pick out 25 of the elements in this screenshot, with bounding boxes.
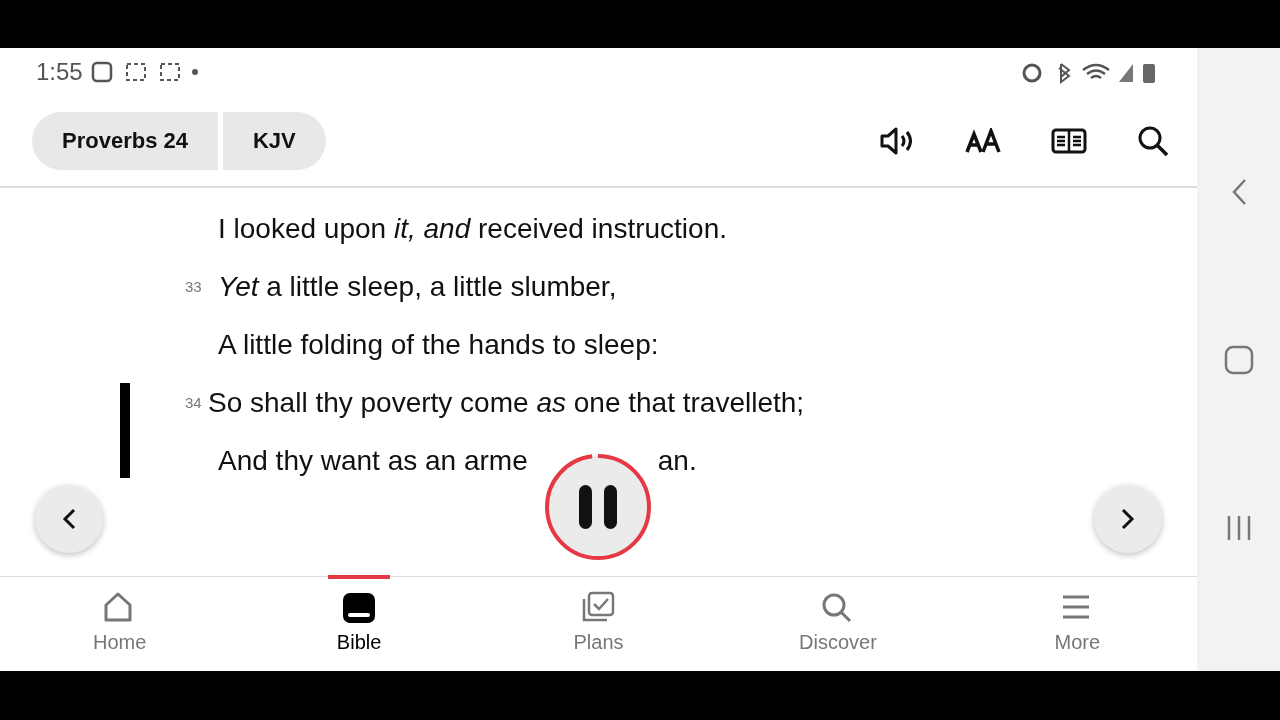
- verse-text: So shall thy poverty come as one that travelleth;: [208, 386, 805, 420]
- verse-text: A little folding of the hands to sleep:: [218, 328, 659, 362]
- home-icon[interactable]: [1223, 345, 1254, 376]
- text-size-button[interactable]: [965, 127, 1001, 154]
- verse-text: I looked upon it, and received instruction.: [218, 212, 727, 246]
- nav-tab[interactable]: Discover: [718, 577, 958, 671]
- verse-text: And thy want as an arme: [218, 444, 528, 478]
- search-button[interactable]: [1137, 124, 1169, 157]
- status-time: 1:55: [36, 56, 83, 87]
- parallel-view-button[interactable]: [1051, 127, 1087, 154]
- chevron-left-icon: [61, 507, 77, 531]
- verse-number: 34: [184, 392, 203, 413]
- verse-text: an.: [657, 444, 697, 478]
- version-button[interactable]: KJV: [222, 111, 326, 170]
- pause-button[interactable]: [543, 452, 653, 562]
- book-chapter-button[interactable]: Proverbs 24: [32, 111, 218, 170]
- nav-tab[interactable]: Bible: [239, 577, 479, 671]
- nav-tab[interactable]: More: [957, 577, 1198, 671]
- chevron-right-icon: [1120, 507, 1136, 531]
- verse-number: 33: [184, 276, 203, 297]
- nav-tab[interactable]: Home: [0, 577, 240, 671]
- book-icon: [341, 591, 378, 625]
- audio-button[interactable]: [879, 125, 915, 156]
- nav-tab[interactable]: Plans: [478, 577, 719, 671]
- verse-text: Yet a little sleep, a little slumber,: [218, 270, 617, 304]
